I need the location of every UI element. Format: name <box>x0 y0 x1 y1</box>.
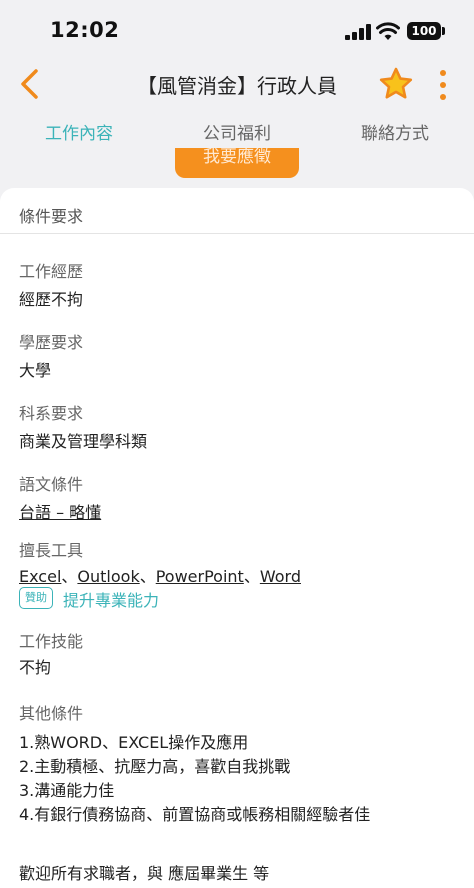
apply-button[interactable]: 我要應徵 <box>175 148 299 178</box>
section-title: 條件要求 <box>19 207 84 226</box>
language-value-link[interactable]: 台語 – 略懂 <box>19 499 101 523</box>
tool-link-powerpoint[interactable]: PowerPoint <box>156 567 244 586</box>
education-label: 學歷要求 <box>19 333 84 352</box>
battery-icon: 100 <box>407 22 441 40</box>
other-line-1: 1.熟WORD、EXCEL操作及應用 <box>19 733 249 752</box>
major-label: 科系要求 <box>19 404 84 423</box>
other-line-3: 3.溝通能力佳 <box>19 781 115 800</box>
tool-separator: 、 <box>61 567 78 586</box>
screen: 12:02 100 【風管消金】行政人員 工作內容 公司福利 聯絡方式 我要應徵… <box>0 0 474 888</box>
signal-icon <box>345 24 371 40</box>
skills-value: 不拘 <box>19 658 52 677</box>
other-label: 其他條件 <box>19 704 84 723</box>
back-chevron-left-icon[interactable] <box>14 66 50 102</box>
app-header: 【風管消金】行政人員 <box>0 60 474 108</box>
experience-value: 經歷不拘 <box>19 290 84 309</box>
favorite-star-icon[interactable] <box>378 66 414 102</box>
battery-tip <box>442 27 445 35</box>
improve-skills-link[interactable]: 提升專業能力 <box>63 587 159 611</box>
tool-link-outlook[interactable]: Outlook <box>77 567 139 586</box>
experience-label: 工作經歷 <box>19 262 84 281</box>
language-label: 語文條件 <box>19 475 84 494</box>
apply-button-label: 我要應徵 <box>203 148 271 167</box>
major-value: 商業及管理學科類 <box>19 432 148 451</box>
wifi-icon <box>376 22 400 40</box>
welcome-text: 歡迎所有求職者，與 應屆畢業生 等 <box>19 864 270 883</box>
tab-contact[interactable]: 聯絡方式 <box>316 112 474 156</box>
other-line-4: 4.有銀行債務協商、前置協商或帳務相關經驗者佳 <box>19 805 371 824</box>
other-line-2: 2.主動積極、抗壓力高，喜歡自我挑戰 <box>19 757 291 776</box>
section-divider <box>0 233 474 234</box>
education-value: 大學 <box>19 361 52 380</box>
tool-link-word[interactable]: Word <box>260 567 301 586</box>
status-bar: 12:02 100 <box>0 0 474 60</box>
tools-label: 擅長工具 <box>19 541 84 560</box>
sponsored-badge: 贊助 <box>19 587 53 609</box>
tool-separator: 、 <box>139 567 156 586</box>
status-time: 12:02 <box>50 18 120 42</box>
skills-label: 工作技能 <box>19 632 84 651</box>
page-title: 【風管消金】行政人員 <box>137 74 337 98</box>
requirements-card: 條件要求 工作經歷 經歷不拘 學歷要求 大學 科系要求 商業及管理學科類 語文條… <box>0 188 474 888</box>
tool-link-excel[interactable]: Excel <box>19 567 61 586</box>
tab-job-content[interactable]: 工作內容 <box>0 112 158 156</box>
more-vertical-icon[interactable] <box>430 68 456 102</box>
tool-separator: 、 <box>243 567 260 586</box>
tools-list: Excel、Outlook、PowerPoint、Word <box>19 563 301 587</box>
